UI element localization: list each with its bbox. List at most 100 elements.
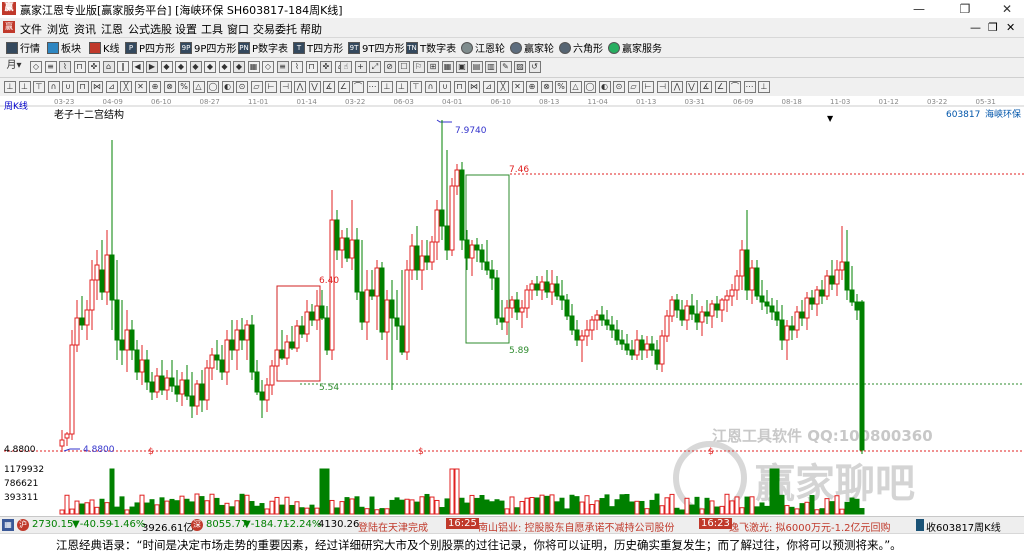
tool-button-icon[interactable]: ⋯ xyxy=(366,81,379,93)
tool-button-icon[interactable]: ∡ xyxy=(700,81,712,93)
tool-button-icon[interactable]: ☐ xyxy=(398,61,410,73)
tool-button-icon[interactable]: ≡ xyxy=(276,61,289,73)
tool-button-icon[interactable]: ◆ xyxy=(175,61,187,73)
menu-news[interactable]: 资讯 xyxy=(74,21,96,37)
toolbar-t-table-button[interactable]: TN T数字表 xyxy=(406,40,456,55)
tool-button-icon[interactable]: △ xyxy=(569,81,582,93)
menu-trade[interactable]: 交易委托 xyxy=(253,21,297,37)
tool-button-icon[interactable]: ⌒ xyxy=(729,81,741,93)
tool-button-icon[interactable]: ◐ xyxy=(221,81,234,93)
indicator-dropdown-icon[interactable]: ▼ xyxy=(827,114,834,123)
tool-button-icon[interactable]: % xyxy=(555,81,567,93)
toolbar-service-button[interactable]: 赢家服务 xyxy=(608,40,662,55)
tool-button-icon[interactable]: ◇ xyxy=(30,61,42,73)
menu-tools[interactable]: 工具 xyxy=(201,21,223,37)
tool-button-icon[interactable]: ⊥ xyxy=(758,81,770,93)
tool-button-icon[interactable]: ⋯ xyxy=(743,81,756,93)
menu-help[interactable]: 帮助 xyxy=(300,21,322,37)
menu-window[interactable]: 窗口 xyxy=(227,21,249,37)
kline-chart[interactable]: 03-23 04-09 06-10 08-27 11-01 01-14 03-22 06-03… xyxy=(0,96,1024,516)
period-dropdown[interactable]: 月▾ xyxy=(4,61,24,73)
toolbar-gann-wheel-button[interactable]: 江恩轮 xyxy=(461,40,505,55)
tool-button-icon[interactable]: ⊢ xyxy=(642,81,654,93)
tool-button-icon[interactable]: ∠ xyxy=(337,81,350,93)
toolbar-p-table-button[interactable]: PN P数字表 xyxy=(238,40,288,55)
tool-button-icon[interactable]: ⊥ xyxy=(4,81,16,93)
tool-button-icon[interactable]: ◐ xyxy=(598,81,611,93)
grid-icon[interactable]: ▦ xyxy=(2,519,14,531)
tool-button-icon[interactable]: ⊓ xyxy=(76,81,89,93)
tool-button-icon[interactable]: ↺ xyxy=(528,61,541,73)
tool-button-icon[interactable]: ⌇ xyxy=(291,61,303,73)
tool-button-icon[interactable]: △ xyxy=(192,81,205,93)
news-ticker-3[interactable]: 逸飞激光: 拟6000万元-1.2亿元回购 xyxy=(729,519,891,534)
toolbar-t-square-button[interactable]: T T四方形 xyxy=(293,40,343,55)
tool-button-icon[interactable]: ▣ xyxy=(456,61,468,73)
mdi-close-button[interactable]: ✕ xyxy=(1006,21,1015,34)
tool-button-icon[interactable]: ◯ xyxy=(207,81,219,93)
tool-button-icon[interactable]: ∪ xyxy=(439,81,451,93)
menu-gann[interactable]: 江恩 xyxy=(101,21,123,37)
tool-button-icon[interactable]: ◆ xyxy=(233,61,245,73)
tool-button-icon[interactable]: ◇ xyxy=(262,61,274,73)
tool-button-icon[interactable]: ⊞ xyxy=(427,61,439,73)
tool-button-icon[interactable]: ╳ xyxy=(497,81,509,93)
tool-button-icon[interactable]: ⊥ xyxy=(395,81,408,93)
close-button[interactable]: ✕ xyxy=(992,0,1022,18)
tool-button-icon[interactable]: ⚐ xyxy=(412,61,425,73)
tool-button-icon[interactable]: ∪ xyxy=(62,81,74,93)
tool-button-icon[interactable]: ◯ xyxy=(584,81,596,93)
tool-button-icon[interactable]: ∥ xyxy=(117,61,129,73)
tool-button-icon[interactable]: ▤ xyxy=(470,61,483,73)
tool-button-icon[interactable]: ⊕ xyxy=(526,81,538,93)
tool-button-icon[interactable]: ⌒ xyxy=(352,81,364,93)
tool-button-icon[interactable]: ⊙ xyxy=(236,81,248,93)
menu-settings[interactable]: 设置 xyxy=(175,21,197,37)
tool-button-icon[interactable]: ⤢ xyxy=(369,61,381,73)
toolbar-hexagon-button[interactable]: 六角形 xyxy=(559,40,603,55)
mdi-restore-button[interactable]: ❐ xyxy=(988,21,998,34)
tool-button-icon[interactable]: ⊢ xyxy=(265,81,277,93)
tool-button-icon[interactable]: ▥ xyxy=(485,61,497,73)
tool-button-icon[interactable]: + xyxy=(354,61,367,73)
minimize-button[interactable]: — xyxy=(904,0,934,18)
news-ticker-1[interactable]: 登陆在天津完成 xyxy=(358,519,428,534)
toolbar-winner-wheel-button[interactable]: 赢家轮 xyxy=(510,40,554,55)
tool-button-icon[interactable]: ◆ xyxy=(160,61,173,73)
tool-button-icon[interactable]: ⋀ xyxy=(294,81,306,93)
tool-button-icon[interactable]: ⋈ xyxy=(468,81,480,93)
mdi-minimize-button[interactable]: — xyxy=(970,21,981,34)
tool-button-icon[interactable]: ⋀ xyxy=(671,81,683,93)
tool-button-icon[interactable]: ▦ xyxy=(247,61,260,73)
tool-button-icon[interactable]: ⊿ xyxy=(105,81,118,93)
tool-button-icon[interactable]: ⋁ xyxy=(685,81,698,93)
tool-button-icon[interactable]: ∩ xyxy=(424,81,437,93)
toolbar-quotes-button[interactable]: 行情 xyxy=(6,40,40,55)
toolbar-kline-button[interactable]: K线 xyxy=(89,40,120,55)
tool-button-icon[interactable]: ⊿ xyxy=(482,81,495,93)
tool-button-icon[interactable]: ⊗ xyxy=(540,81,553,93)
tool-button-icon[interactable]: ⊕ xyxy=(149,81,161,93)
tool-button-icon[interactable]: ∩ xyxy=(47,81,60,93)
tool-button-icon[interactable]: ⊣ xyxy=(279,81,292,93)
tool-button-icon[interactable]: ☝ xyxy=(340,61,352,73)
tool-button-icon[interactable]: ⊘ xyxy=(383,61,396,73)
tool-button-icon[interactable]: ⊓ xyxy=(73,61,86,73)
tool-button-icon[interactable]: ▦ xyxy=(441,61,454,73)
tool-button-icon[interactable]: ✜ xyxy=(320,61,332,73)
menu-browse[interactable]: 浏览 xyxy=(47,21,69,37)
tool-button-icon[interactable]: ✕ xyxy=(511,81,524,93)
tool-button-icon[interactable]: ⊤ xyxy=(410,81,422,93)
menu-file[interactable]: 文件 xyxy=(20,21,42,37)
tool-button-icon[interactable]: ⋈ xyxy=(91,81,103,93)
tool-button-icon[interactable]: ✜ xyxy=(88,61,100,73)
tool-button-icon[interactable]: ◆ xyxy=(218,61,231,73)
tool-button-icon[interactable]: ◀ xyxy=(131,61,144,73)
tool-button-icon[interactable]: ∡ xyxy=(323,81,335,93)
tool-button-icon[interactable]: ▱ xyxy=(250,81,263,93)
tool-button-icon[interactable]: ▱ xyxy=(627,81,640,93)
toolbar-9p-square-button[interactable]: 9P 9P四方形 xyxy=(180,40,236,55)
tool-button-icon[interactable]: ⊥ xyxy=(381,81,393,93)
toolbar-9t-square-button[interactable]: 9T 9T四方形 xyxy=(348,40,404,55)
tool-button-icon[interactable]: ⌇ xyxy=(59,61,71,73)
